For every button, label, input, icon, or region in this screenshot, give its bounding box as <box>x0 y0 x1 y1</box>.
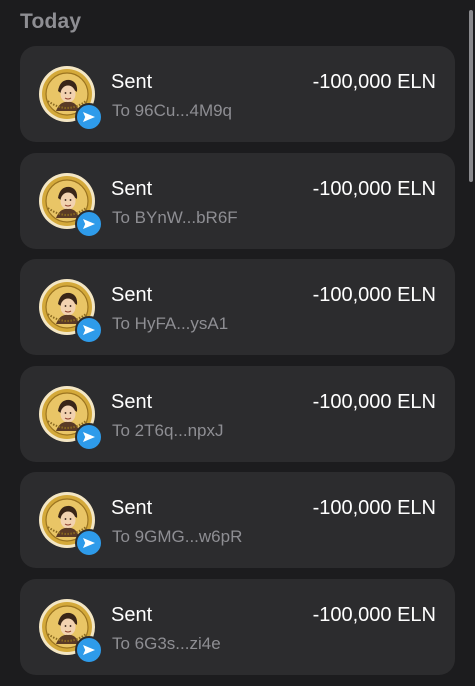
transaction-amount: -100,000 ELN <box>312 177 436 200</box>
eln-token-icon <box>39 279 103 345</box>
send-arrow-icon <box>75 209 103 238</box>
transaction-row[interactable]: Sent To 2T6q...npxJ -100,000 ELN <box>20 365 455 462</box>
eln-token-icon <box>39 492 103 558</box>
transaction-recipient: To BYnW...bR6F <box>112 207 238 227</box>
eln-token-icon <box>39 385 103 451</box>
transaction-recipient: To 2T6q...npxJ <box>112 420 224 440</box>
transaction-list: Sent To 96Cu...4M9q -100,000 ELN Sent To… <box>20 46 455 686</box>
scrollbar[interactable] <box>469 10 473 182</box>
send-arrow-icon <box>75 103 103 131</box>
transaction-amount: -100,000 ELN <box>312 497 436 520</box>
transaction-type-label: Sent <box>111 390 153 413</box>
transaction-type-label: Sent <box>111 284 153 307</box>
transaction-amount: -100,000 ELN <box>312 71 436 93</box>
transaction-recipient: To HyFA...ysA1 <box>112 314 229 334</box>
transaction-row[interactable]: Sent To 6G3s...zi4e -100,000 ELN <box>20 578 455 675</box>
transaction-recipient: To 6G3s...zi4e <box>112 633 221 653</box>
send-arrow-icon <box>75 529 103 558</box>
eln-token-icon <box>39 66 103 131</box>
transaction-row[interactable]: Sent To 9GMG...w6pR -100,000 ELN <box>20 472 455 569</box>
transaction-recipient: To 9GMG...w6pR <box>112 527 243 547</box>
send-arrow-icon <box>75 422 103 451</box>
eln-token-icon <box>39 172 103 238</box>
eln-token-icon <box>39 598 103 664</box>
transaction-type-label: Sent <box>111 603 153 626</box>
transaction-amount: -100,000 ELN <box>312 284 436 307</box>
transaction-amount: -100,000 ELN <box>312 390 436 413</box>
transaction-recipient: To 96Cu...4M9q <box>112 101 233 120</box>
transaction-row[interactable]: Sent To 96Cu...4M9q -100,000 ELN <box>20 46 455 142</box>
transaction-row[interactable]: Sent To BYnW...bR6F -100,000 ELN <box>20 152 455 249</box>
send-arrow-icon <box>75 635 103 664</box>
send-arrow-icon <box>75 316 103 345</box>
transaction-type-label: Sent <box>111 71 153 93</box>
transaction-row[interactable]: Sent To HyFA...ysA1 -100,000 ELN <box>20 259 455 356</box>
transaction-type-label: Sent <box>111 497 153 520</box>
transaction-amount: -100,000 ELN <box>312 603 436 626</box>
section-header-today: Today <box>20 10 82 33</box>
transaction-type-label: Sent <box>111 177 153 200</box>
